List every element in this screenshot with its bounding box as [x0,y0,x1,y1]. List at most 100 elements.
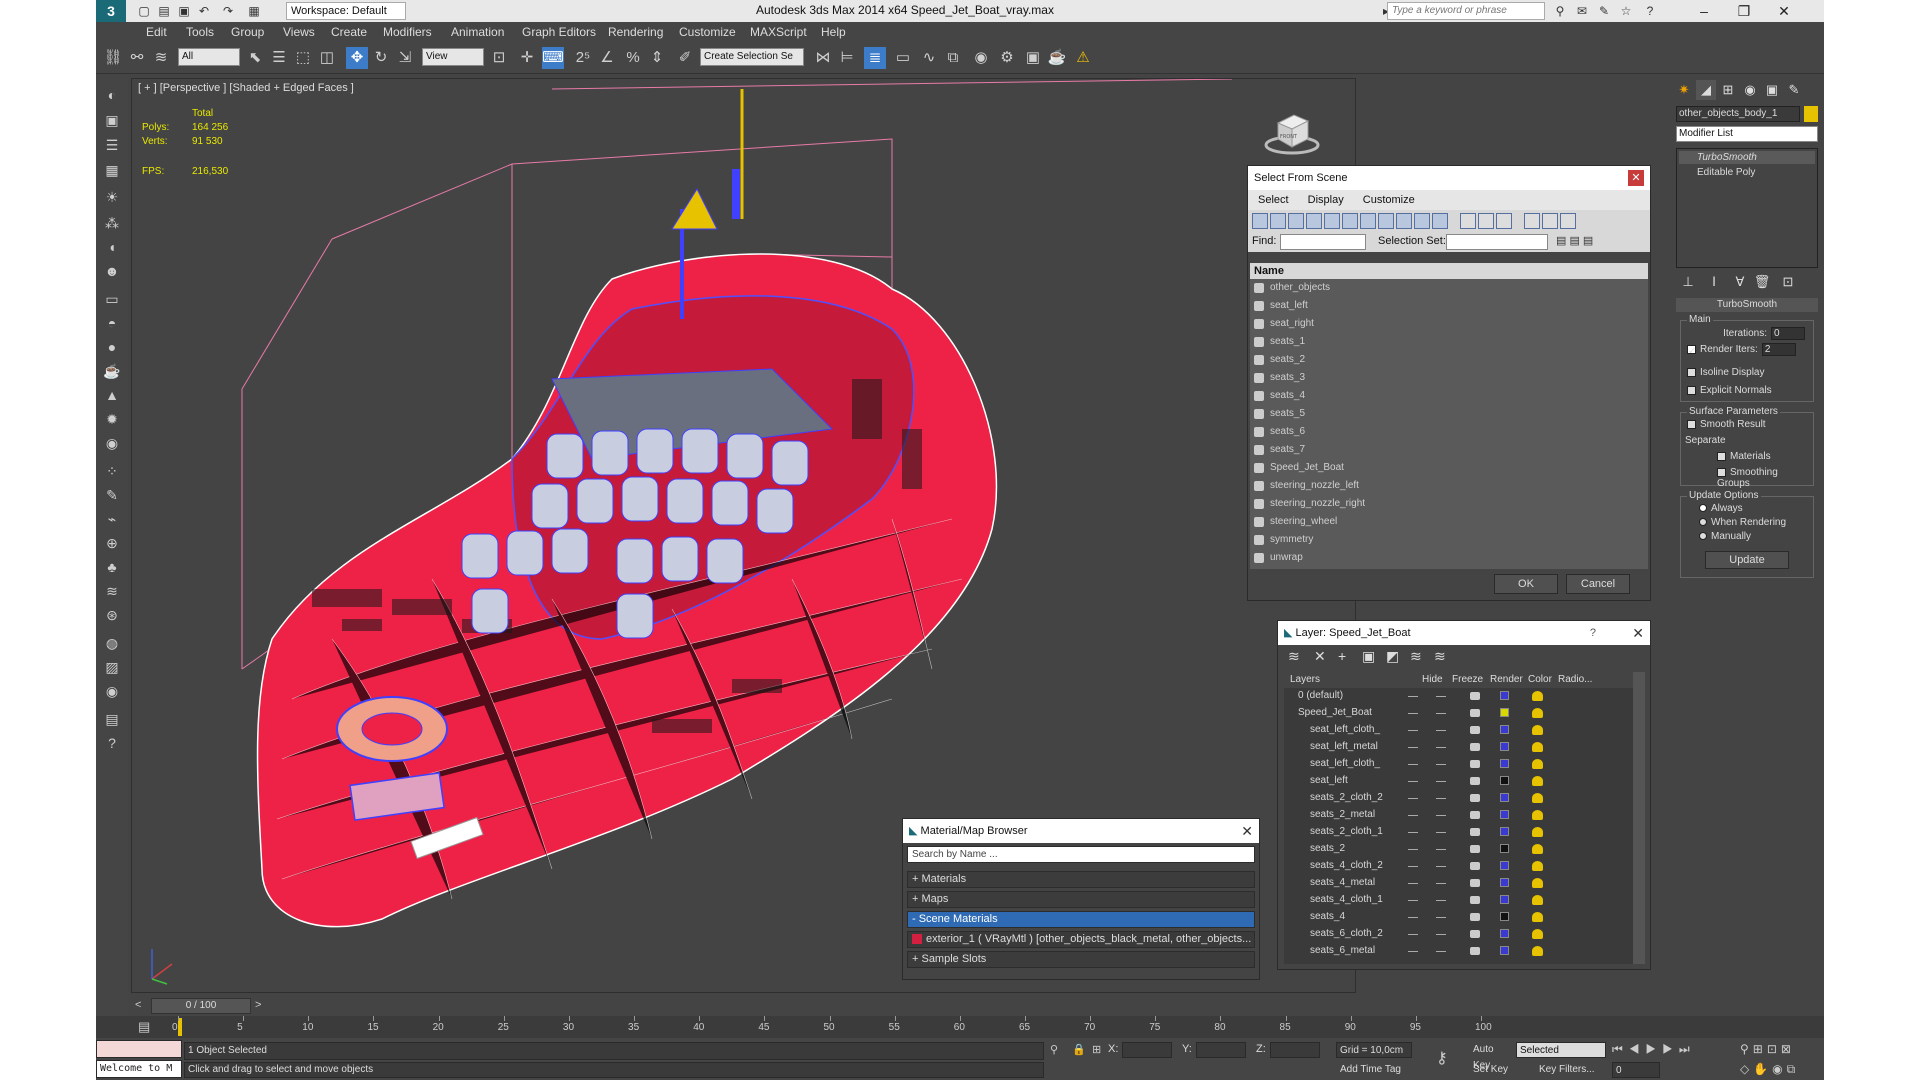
render-setup-icon[interactable]: ⚙ [996,47,1018,69]
layer-color-swatch[interactable] [1500,742,1509,751]
freeze-toggle[interactable] [1436,696,1446,697]
viewcube[interactable]: FRONT [1264,107,1320,157]
layer-scrollbar[interactable] [1633,672,1645,964]
render-teapot-icon[interactable] [1470,828,1480,836]
percent-snap-icon[interactable]: % [622,47,644,69]
menu-help[interactable]: Help [821,25,846,39]
columns-icon[interactable] [1560,213,1576,229]
layer-row[interactable]: 0 (default) [1284,688,1645,705]
hide-toggle[interactable] [1408,730,1418,731]
select-objects-icon[interactable]: ▣ [1362,648,1375,665]
render-icon[interactable]: ▣ [102,110,122,130]
freeze-toggle[interactable] [1436,849,1446,850]
layer-color-swatch[interactable] [1500,759,1509,768]
list-item[interactable]: Speed_Jet_Boat [1250,459,1648,477]
freeze-toggle[interactable] [1436,866,1446,867]
sfs-menu-customize[interactable]: Customize [1363,194,1415,206]
blue-orb-icon[interactable]: ◉ [102,681,122,701]
freeze-toggle[interactable] [1436,781,1446,782]
layer-color-swatch[interactable] [1500,946,1509,955]
freeze-toggle[interactable] [1436,747,1446,748]
filter-icon[interactable] [1524,213,1540,229]
radiosity-icon[interactable] [1532,844,1543,854]
orbit-pan-icon[interactable]: ◇✋◉⧉ [1740,1062,1799,1077]
hide-toggle[interactable] [1408,815,1418,816]
layer-color-swatch[interactable] [1500,827,1509,836]
material-editor-icon[interactable]: ◉ [970,47,992,69]
layer-color-swatch[interactable] [1500,793,1509,802]
display-spacewarps-icon[interactable] [1342,213,1358,229]
select-move-icon[interactable]: ✥ [346,47,368,69]
freeze-toggle[interactable] [1436,815,1446,816]
z-coord-field[interactable] [1270,1042,1320,1058]
layer-row[interactable]: seats_4_cloth_1 [1284,892,1645,909]
render-teapot-icon[interactable] [1470,692,1480,700]
list-item[interactable]: seats_2 [1250,351,1648,369]
list-item[interactable]: seats_1 [1250,333,1648,351]
menu-modifiers[interactable]: Modifiers [383,25,432,39]
hide-toggle[interactable] [1408,696,1418,697]
select-all-icon[interactable] [1460,213,1476,229]
radiosity-icon[interactable] [1532,708,1543,718]
hair-icon[interactable]: ≋ [102,581,122,601]
open-icon[interactable]: ▤ [156,3,172,19]
mirror-icon[interactable]: ⋈ [812,47,834,69]
select-from-scene-titlebar[interactable]: Select From Scene ✕ [1248,166,1650,190]
create-tab-icon[interactable]: ✷ [1674,80,1694,100]
sfs-menu-display[interactable]: Display [1308,194,1344,206]
select-manipulate-icon[interactable]: ✛ [516,47,538,69]
menu-views[interactable]: Views [283,25,315,39]
freeze-toggle[interactable] [1436,832,1446,833]
time-slider[interactable]: < 0 / 100 > [131,996,1672,1016]
display-groups-icon[interactable] [1360,213,1376,229]
select-scale-icon[interactable]: ⇲ [394,47,416,69]
list-item[interactable]: seats_7 [1250,441,1648,459]
select-by-name-icon[interactable]: ☰ [268,47,290,69]
layer-manager-titlebar[interactable]: ◣ Layer: Speed_Jet_Boat ? ✕ [1278,621,1650,645]
radiosity-icon[interactable] [1532,742,1543,752]
render-iters-spinner[interactable]: 2 [1761,343,1796,356]
layer-row[interactable]: seat_left_cloth_ [1284,722,1645,739]
app-logo-icon[interactable]: 3 [96,0,126,22]
hide-toggle[interactable] [1408,849,1418,850]
hide-toggle[interactable] [1408,781,1418,782]
show-end-result-icon[interactable]: Ⅰ [1704,272,1724,292]
hide-toggle[interactable] [1408,900,1418,901]
object-name-field[interactable]: other_objects_body_1 [1676,106,1800,122]
layer-row[interactable]: seats_6_metal [1284,943,1645,960]
menu-edit[interactable]: Edit [146,25,167,39]
layer-row[interactable]: seats_4_cloth_2 [1284,858,1645,875]
freeze-toggle[interactable] [1436,798,1446,799]
radiosity-icon[interactable] [1532,929,1543,939]
set-tools-icon[interactable]: ▤ ▤ ▤ [1556,234,1593,247]
cone-icon[interactable]: ▲ [102,385,122,405]
particles-icon[interactable]: ⁘ [102,461,122,481]
explicit-normals-checkbox[interactable] [1687,385,1696,395]
project-folder-icon[interactable]: ▦ [246,3,262,19]
radiosity-icon[interactable] [1532,725,1543,735]
freeze-toggle[interactable] [1436,713,1446,714]
layer-row[interactable]: seat_left_metal [1284,739,1645,756]
list-item[interactable]: seat_right [1250,315,1648,333]
hide-toggle[interactable] [1408,934,1418,935]
sphere-icon[interactable]: ● [102,337,122,357]
material-search-input[interactable]: Search by Name ... [907,846,1255,863]
brush-icon[interactable]: ⌁ [102,509,122,529]
hierarchy-tab-icon[interactable]: ⊞ [1718,80,1738,100]
smoothing-groups-checkbox[interactable] [1717,467,1726,477]
freeze-toggle[interactable] [1436,900,1446,901]
display-containers-icon[interactable] [1414,213,1430,229]
display-cameras-icon[interactable] [1306,213,1322,229]
remove-modifier-icon[interactable]: 🗑 [1752,272,1772,292]
render-teapot-icon[interactable] [1470,743,1480,751]
cancel-button[interactable]: Cancel [1566,574,1630,594]
close-icon[interactable]: ✕ [1632,621,1644,645]
layer-color-swatch[interactable] [1500,912,1509,921]
isoline-checkbox[interactable] [1687,367,1696,377]
next-frame-icon[interactable]: > [255,999,261,1011]
render-teapot-icon[interactable] [1470,896,1480,904]
display-geometry-icon[interactable] [1252,213,1268,229]
layer-manager-icon[interactable]: ≣ [864,47,886,69]
globe-icon[interactable]: ⊕ [102,533,122,553]
render-teapot-icon[interactable] [1470,930,1480,938]
